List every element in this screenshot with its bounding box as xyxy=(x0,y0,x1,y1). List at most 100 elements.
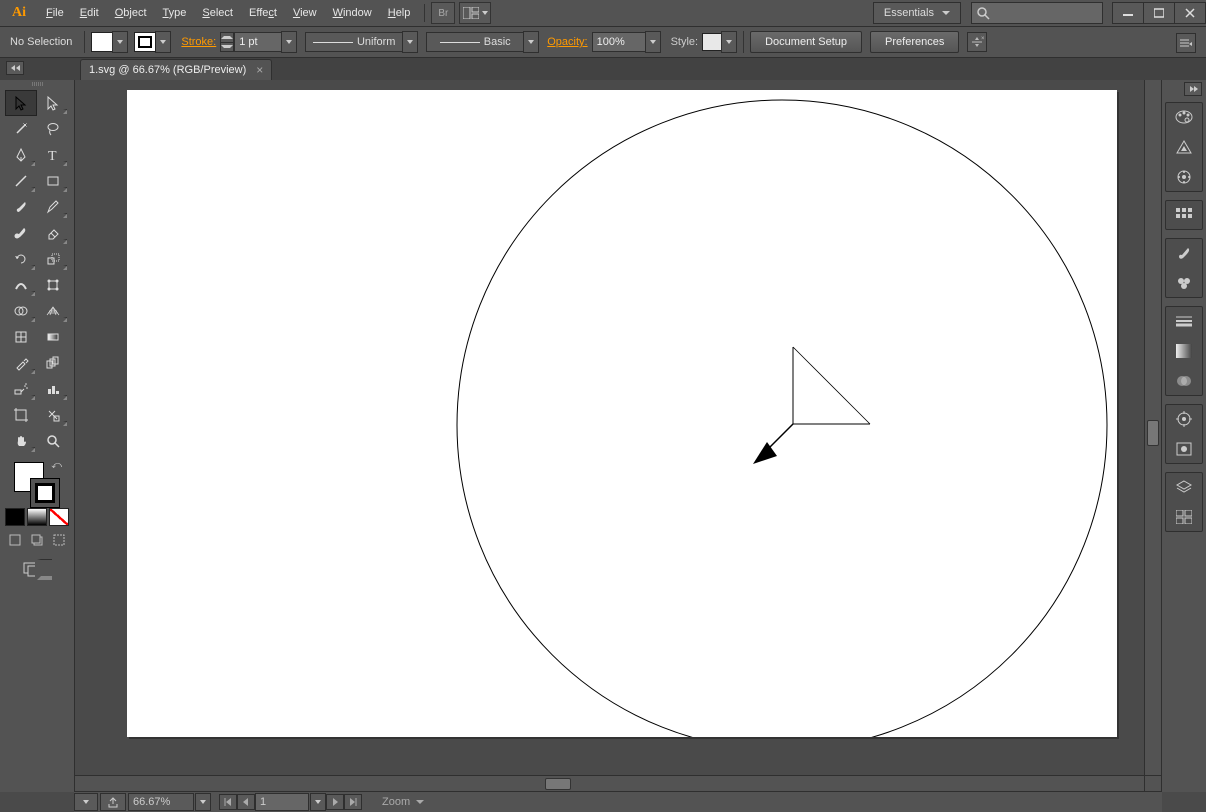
panel-grip[interactable] xyxy=(7,82,67,88)
menu-type[interactable]: Type xyxy=(155,0,195,26)
symbols-panel-icon[interactable] xyxy=(1173,273,1195,293)
swatches-panel-icon[interactable] xyxy=(1173,205,1195,225)
window-minimize[interactable] xyxy=(1112,2,1144,24)
menu-effect[interactable]: Effect xyxy=(241,0,285,26)
bridge-button[interactable]: Br xyxy=(431,2,455,24)
rectangle-tool[interactable] xyxy=(37,168,69,194)
pen-tool[interactable] xyxy=(5,142,37,168)
document-setup-button[interactable]: Document Setup xyxy=(750,31,862,53)
collapse-tools-button[interactable] xyxy=(6,61,24,75)
hand-tool[interactable] xyxy=(5,428,37,454)
style-dropdown[interactable] xyxy=(721,31,737,53)
gradient-mode-button[interactable] xyxy=(27,508,47,526)
paintbrush-tool[interactable] xyxy=(5,194,37,220)
fill-stroke-control[interactable]: ⤺ xyxy=(12,460,62,504)
shape-builder-tool[interactable] xyxy=(5,298,37,324)
color-panel-icon[interactable] xyxy=(1173,107,1195,127)
kuler-panel-icon[interactable] xyxy=(1173,167,1195,187)
blob-brush-tool[interactable] xyxy=(5,220,37,246)
artboard-tool[interactable] xyxy=(5,402,37,428)
brushes-panel-icon[interactable] xyxy=(1173,243,1195,263)
window-maximize[interactable] xyxy=(1143,2,1175,24)
scrollbar-thumb[interactable] xyxy=(545,778,571,790)
horizontal-scrollbar[interactable] xyxy=(75,775,1145,792)
opacity-dropdown[interactable] xyxy=(645,31,661,53)
stroke-dropdown[interactable] xyxy=(155,31,171,53)
menu-help[interactable]: Help xyxy=(380,0,419,26)
preferences-button[interactable]: Preferences xyxy=(870,31,959,53)
draw-inside-button[interactable] xyxy=(48,530,70,550)
rotate-tool[interactable] xyxy=(5,246,37,272)
blend-tool[interactable] xyxy=(37,350,69,376)
transparency-panel-icon[interactable] xyxy=(1173,371,1195,391)
brush-combo[interactable]: Basic xyxy=(426,32,524,52)
color-mode-button[interactable] xyxy=(5,508,25,526)
style-swatch[interactable] xyxy=(702,33,722,51)
zoom-dropdown[interactable] xyxy=(195,793,211,811)
menu-file[interactable]: File xyxy=(38,0,72,26)
stroke-swatch[interactable] xyxy=(134,32,156,52)
artboards-panel-icon[interactable] xyxy=(1173,507,1195,527)
appearance-panel-icon[interactable] xyxy=(1173,409,1195,429)
eyedropper-tool[interactable] xyxy=(5,350,37,376)
arrange-docs-button[interactable] xyxy=(459,2,491,24)
next-artboard-button[interactable] xyxy=(326,794,344,810)
gradient-tool[interactable] xyxy=(37,324,69,350)
pencil-tool[interactable] xyxy=(37,194,69,220)
eraser-tool[interactable] xyxy=(37,220,69,246)
artboard[interactable] xyxy=(127,90,1117,737)
width-tool[interactable] xyxy=(5,272,37,298)
vertical-scrollbar[interactable] xyxy=(1144,80,1161,776)
menu-window[interactable]: Window xyxy=(325,0,380,26)
profile-combo[interactable]: Uniform xyxy=(305,32,403,52)
close-tab-icon[interactable]: × xyxy=(256,63,263,77)
menu-select[interactable]: Select xyxy=(194,0,241,26)
magic-wand-tool[interactable] xyxy=(5,116,37,142)
search-field[interactable] xyxy=(971,2,1103,24)
none-mode-button[interactable] xyxy=(49,508,69,526)
draw-behind-button[interactable] xyxy=(26,530,48,550)
draw-normal-button[interactable] xyxy=(4,530,26,550)
direct-selection-tool[interactable] xyxy=(37,90,69,116)
color-guide-panel-icon[interactable] xyxy=(1173,137,1195,157)
canvas-area[interactable] xyxy=(75,80,1161,792)
layers-panel-icon[interactable] xyxy=(1173,477,1195,497)
brush-dropdown[interactable] xyxy=(523,31,539,53)
line-segment-tool[interactable] xyxy=(5,168,37,194)
expand-panels-button[interactable] xyxy=(1184,82,1202,96)
align-to-button[interactable]: × xyxy=(967,32,987,52)
document-tab[interactable]: 1.svg @ 66.67% (RGB/Preview) × xyxy=(80,59,272,80)
menu-view[interactable]: View xyxy=(285,0,325,26)
column-graph-tool[interactable] xyxy=(37,376,69,402)
workspace-switcher[interactable]: Essentials xyxy=(873,2,961,24)
window-close[interactable] xyxy=(1174,2,1206,24)
menu-edit[interactable]: Edit xyxy=(72,0,107,26)
lasso-tool[interactable] xyxy=(37,116,69,142)
status-menu-button[interactable] xyxy=(74,793,98,811)
stroke-panel-link[interactable]: Stroke: xyxy=(181,36,216,48)
stroke-color[interactable] xyxy=(30,478,60,508)
graphic-styles-panel-icon[interactable] xyxy=(1173,439,1195,459)
zoom-tool[interactable] xyxy=(37,428,69,454)
first-artboard-button[interactable] xyxy=(219,794,237,810)
share-button[interactable] xyxy=(100,793,126,811)
menu-object[interactable]: Object xyxy=(107,0,155,26)
mesh-tool[interactable] xyxy=(5,324,37,350)
opacity-field[interactable]: 100% xyxy=(592,32,646,52)
scrollbar-thumb[interactable] xyxy=(1147,420,1159,446)
opacity-panel-link[interactable]: Opacity: xyxy=(547,36,587,48)
symbol-sprayer-tool[interactable] xyxy=(5,376,37,402)
stroke-weight-stepper[interactable] xyxy=(220,32,234,52)
selection-tool[interactable] xyxy=(5,90,37,116)
fill-swatch[interactable] xyxy=(91,32,113,52)
artboard-number-field[interactable]: 1 xyxy=(255,793,309,811)
artboard-dropdown[interactable] xyxy=(310,793,326,811)
profile-dropdown[interactable] xyxy=(402,31,418,53)
control-menu-icon[interactable] xyxy=(1176,33,1196,53)
last-artboard-button[interactable] xyxy=(344,794,362,810)
status-info-dropdown[interactable] xyxy=(416,800,424,804)
screen-mode-button[interactable] xyxy=(22,558,52,580)
scale-tool[interactable] xyxy=(37,246,69,272)
free-transform-tool[interactable] xyxy=(37,272,69,298)
swap-fill-stroke-icon[interactable]: ⤺ xyxy=(51,460,62,471)
